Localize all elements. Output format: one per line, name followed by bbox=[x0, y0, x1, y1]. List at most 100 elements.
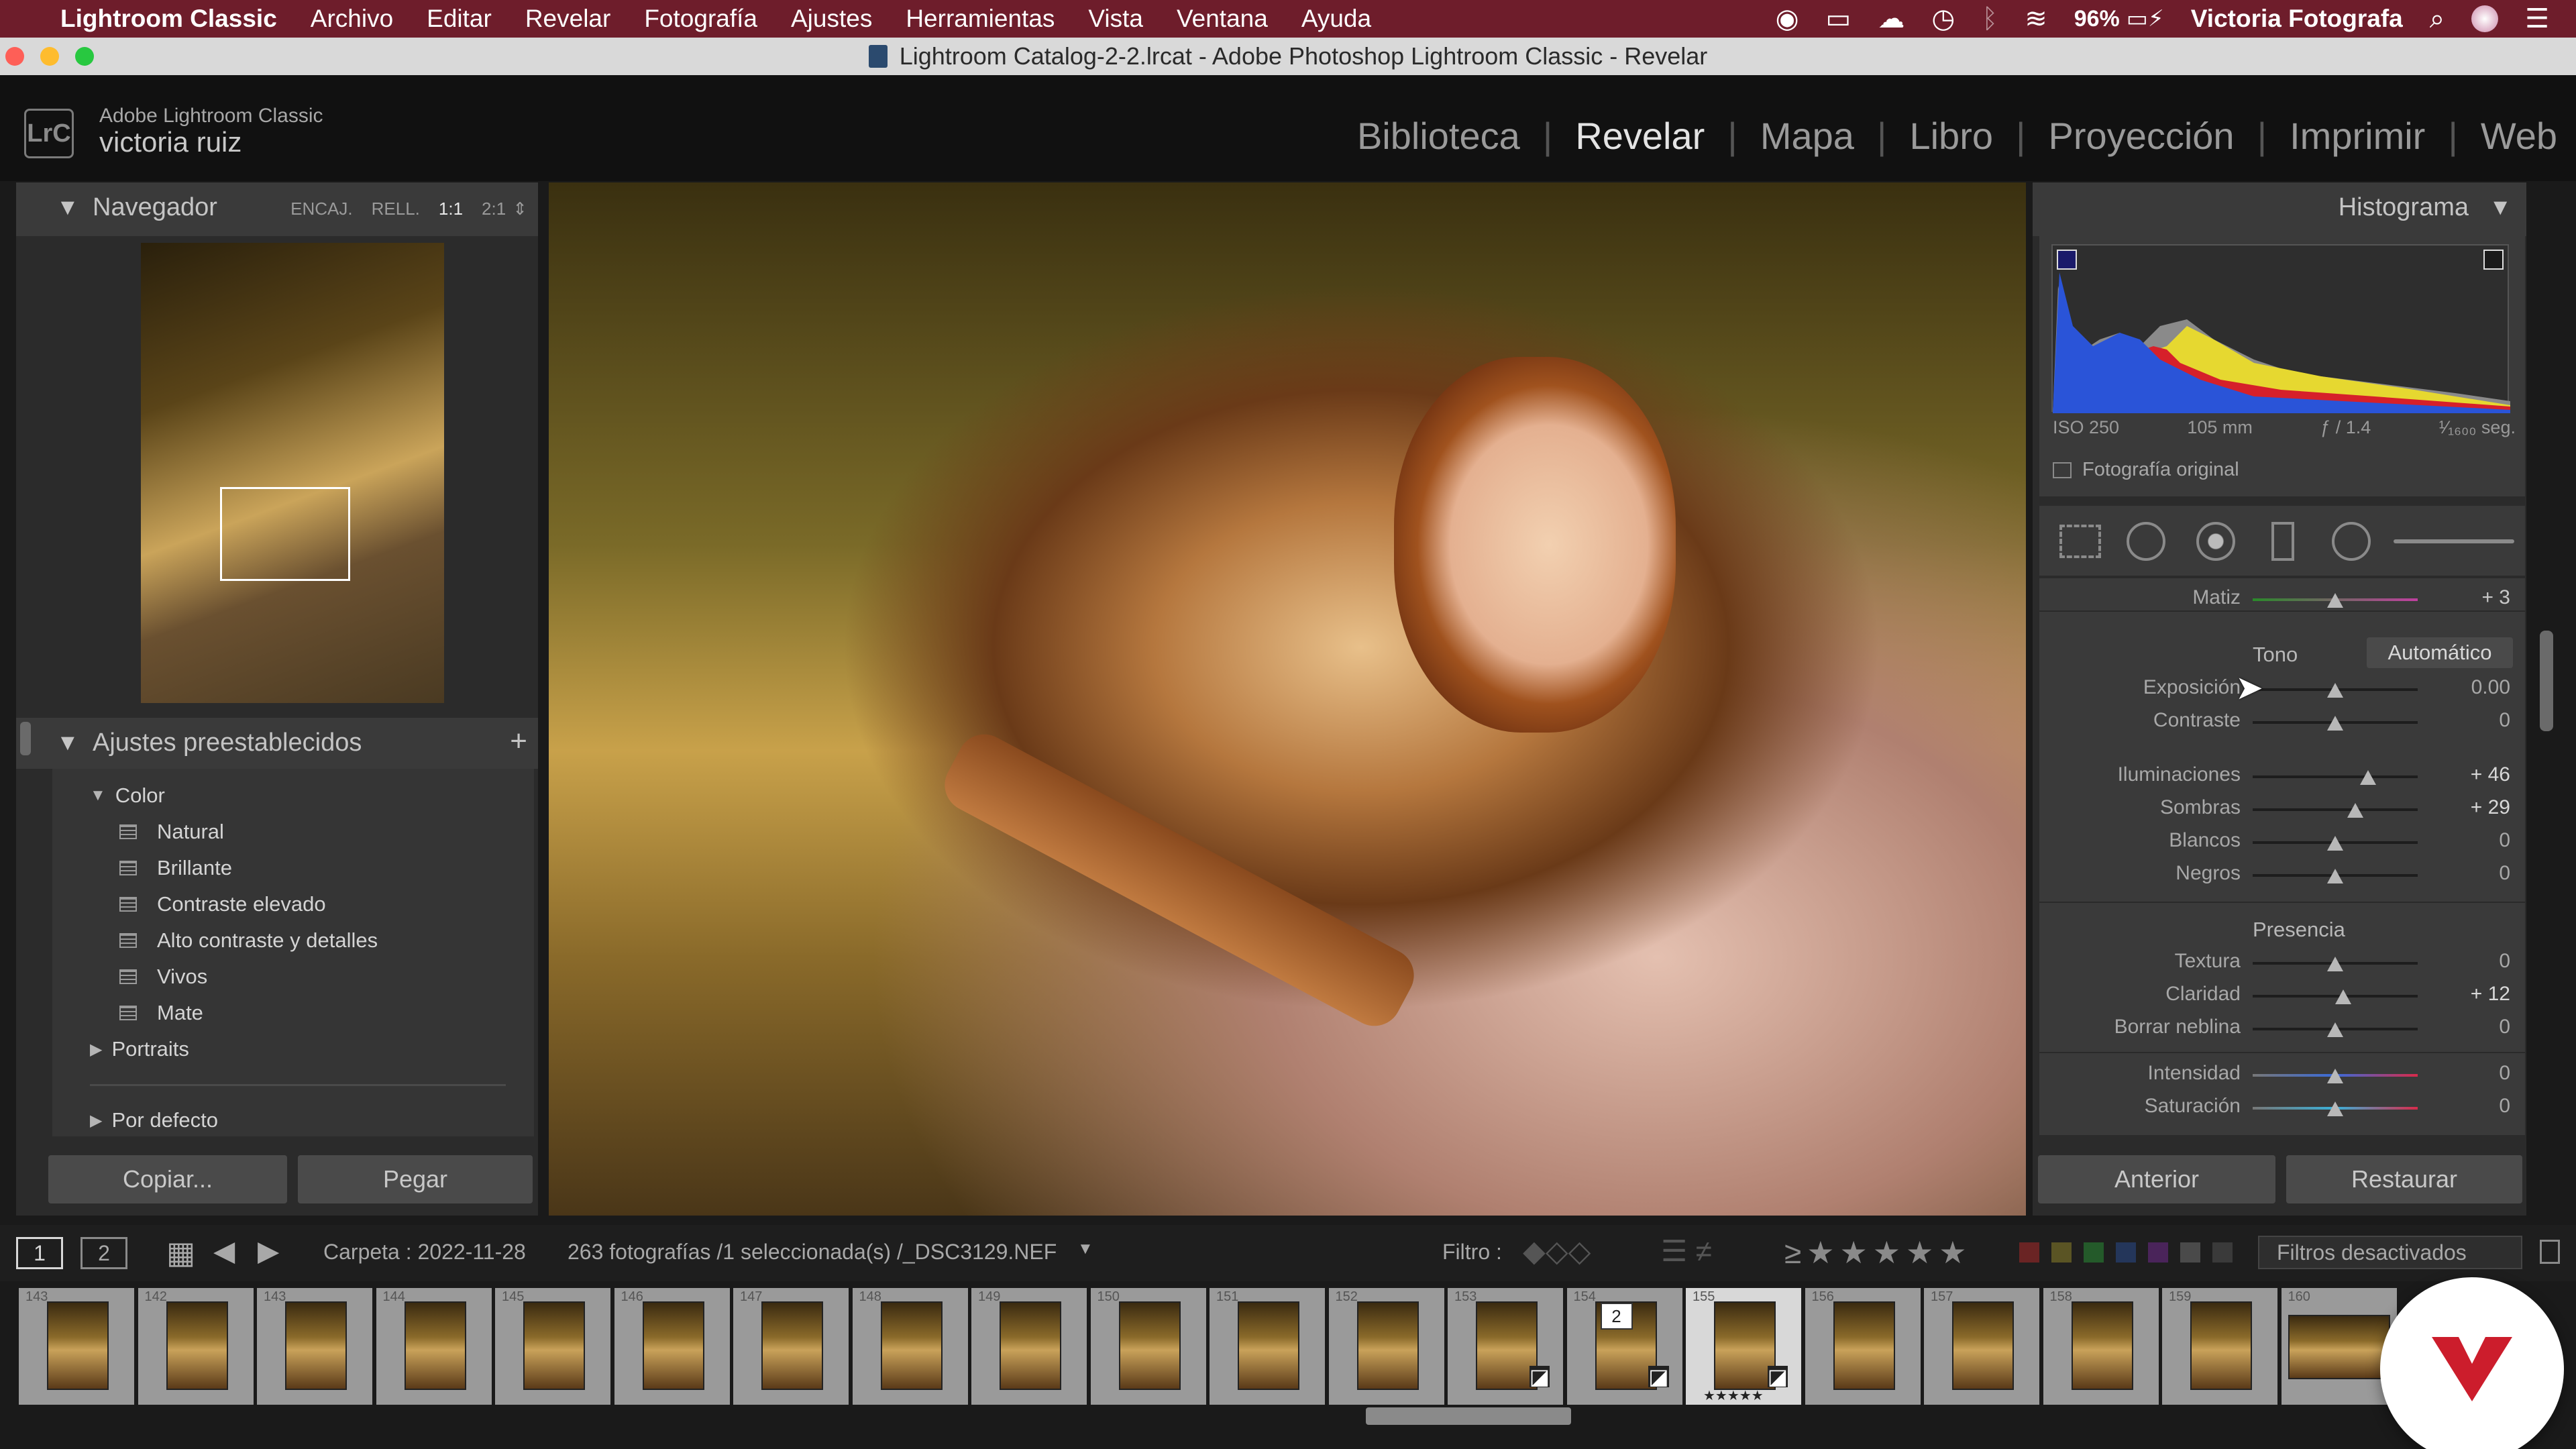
slider-value[interactable]: 0 bbox=[2442, 1095, 2510, 1118]
grid-view-icon[interactable]: ▦ bbox=[166, 1234, 195, 1271]
slider-thumb[interactable] bbox=[2360, 770, 2377, 785]
radial-filter-icon[interactable] bbox=[2332, 522, 2371, 561]
filmstrip-thumbnail[interactable]: 154 2 ◪ bbox=[1566, 1288, 1682, 1405]
main-screen-button[interactable]: 1 bbox=[16, 1237, 63, 1269]
star-icon[interactable]: ★ bbox=[1840, 1235, 1868, 1270]
next-arrow-icon[interactable]: ▶ bbox=[258, 1234, 279, 1267]
second-screen-button[interactable]: 2 bbox=[80, 1237, 127, 1269]
time-machine-icon[interactable]: ◷ bbox=[1931, 3, 1955, 34]
filmstrip-thumbnail[interactable]: 144 bbox=[376, 1288, 492, 1405]
menu-fotografia[interactable]: Fotografía bbox=[644, 5, 757, 33]
control-center-icon[interactable]: ☰ bbox=[2525, 3, 2549, 34]
expand-triangle-icon[interactable]: ▶ bbox=[90, 1111, 102, 1130]
wifi-icon[interactable]: ≋ bbox=[2025, 3, 2047, 34]
filmstrip-thumbnail[interactable]: 159 bbox=[2162, 1288, 2277, 1405]
filmstrip-thumbnail[interactable]: 150 bbox=[1090, 1288, 1206, 1405]
filmstrip-thumbnail[interactable]: 151 bbox=[1210, 1288, 1325, 1405]
filmstrip-thumbnail[interactable]: 147 bbox=[733, 1288, 849, 1405]
filter-lock-icon[interactable] bbox=[2540, 1240, 2560, 1264]
collapse-triangle-icon[interactable]: ▼ bbox=[56, 195, 79, 221]
slider-value[interactable]: 0 bbox=[2442, 1016, 2510, 1038]
preset-item[interactable]: Natural bbox=[119, 820, 224, 844]
presets-header[interactable]: ▼ Ajustes preestablecidos + bbox=[16, 718, 538, 769]
filmstrip-thumbnail[interactable]: 146 bbox=[614, 1288, 730, 1405]
filmstrip-thumbnail[interactable]: 160 bbox=[2281, 1288, 2397, 1405]
menu-ajustes[interactable]: Ajustes bbox=[791, 5, 872, 33]
slider-value[interactable]: + 3 bbox=[2442, 586, 2510, 609]
slider-thumb[interactable] bbox=[2327, 683, 2343, 698]
dropdown-arrow-icon[interactable]: ▼ bbox=[1077, 1240, 1093, 1258]
color-swatch[interactable] bbox=[2051, 1242, 2072, 1263]
right-panel-scrollbar[interactable] bbox=[2540, 631, 2553, 731]
slider-thumb[interactable] bbox=[2327, 716, 2343, 731]
spotlight-icon[interactable]: ⌕ bbox=[2430, 4, 2445, 34]
star-icon[interactable]: ≥ bbox=[1784, 1235, 1801, 1270]
original-photo-toggle[interactable]: Fotografía original bbox=[2053, 459, 2239, 481]
module-imprimir[interactable]: Imprimir bbox=[2290, 114, 2425, 158]
red-eye-icon[interactable] bbox=[2196, 522, 2235, 561]
minimize-window-button[interactable] bbox=[40, 47, 59, 66]
filmstrip-thumbnail[interactable]: 152 bbox=[1328, 1288, 1444, 1405]
color-swatch[interactable] bbox=[2084, 1242, 2104, 1263]
graduated-filter-icon[interactable] bbox=[2271, 522, 2294, 561]
preset-group-portraits[interactable]: ▶ Portraits bbox=[90, 1037, 189, 1061]
slider-thumb[interactable] bbox=[2327, 869, 2343, 883]
add-preset-button[interactable]: + bbox=[510, 724, 527, 758]
rating-filter[interactable]: ≥ ★ ★ ★ ★ ★ bbox=[1784, 1234, 1972, 1271]
filmstrip-thumbnail[interactable]: 157 bbox=[1924, 1288, 2039, 1405]
preset-item[interactable]: Alto contraste y detalles bbox=[119, 928, 378, 953]
color-swatch[interactable] bbox=[2180, 1242, 2200, 1263]
menu-herramientas[interactable]: Herramientas bbox=[906, 5, 1055, 33]
menu-editar[interactable]: Editar bbox=[427, 5, 492, 33]
reset-button[interactable]: Restaurar bbox=[2286, 1155, 2522, 1203]
app-menu[interactable]: Lightroom Classic bbox=[60, 5, 277, 33]
slider-thumb[interactable] bbox=[2327, 1069, 2343, 1083]
left-panel-scrollbar[interactable] bbox=[20, 722, 31, 755]
expand-triangle-icon[interactable]: ▼ bbox=[90, 786, 106, 805]
slider-value[interactable]: + 29 bbox=[2442, 796, 2510, 819]
slider-value[interactable]: 0 bbox=[2442, 829, 2510, 852]
slider-thumb[interactable] bbox=[2327, 836, 2343, 851]
module-libro[interactable]: Libro bbox=[1909, 114, 1993, 158]
slider-thumb[interactable] bbox=[2327, 1102, 2343, 1116]
siri-icon[interactable] bbox=[2471, 5, 2499, 32]
color-swatch[interactable] bbox=[2116, 1242, 2136, 1263]
navigator-view-box[interactable] bbox=[220, 487, 350, 581]
menu-archivo[interactable]: Archivo bbox=[311, 5, 393, 33]
module-revelar[interactable]: Revelar bbox=[1575, 114, 1705, 158]
menubar-user[interactable]: Victoria Fotografa bbox=[2191, 5, 2403, 33]
slider-track[interactable] bbox=[2253, 808, 2418, 811]
slider-value[interactable]: 0.00 bbox=[2442, 676, 2510, 699]
filmstrip-thumbnail[interactable]: 143 bbox=[19, 1288, 134, 1405]
slider-thumb[interactable] bbox=[2327, 957, 2343, 971]
close-window-button[interactable] bbox=[5, 47, 24, 66]
star-icon[interactable]: ★ bbox=[1906, 1235, 1933, 1270]
zoom-fill[interactable]: RELL. bbox=[372, 199, 420, 219]
edit-filter-icons[interactable]: ☰ ≠ bbox=[1661, 1234, 1712, 1269]
preset-group-default[interactable]: ▶ Por defecto bbox=[90, 1108, 218, 1132]
slider-thumb[interactable] bbox=[2327, 1022, 2343, 1037]
menu-ayuda[interactable]: Ayuda bbox=[1301, 5, 1371, 33]
navigator-preview-image[interactable] bbox=[141, 243, 444, 703]
creative-cloud-icon[interactable]: ☁ bbox=[1878, 3, 1904, 34]
preset-group-color[interactable]: ▼ Color bbox=[90, 784, 165, 808]
menu-ventana[interactable]: Ventana bbox=[1177, 5, 1268, 33]
color-label-filters[interactable] bbox=[2019, 1242, 2233, 1263]
record-icon[interactable]: ◉ bbox=[1776, 3, 1799, 34]
crop-icon[interactable] bbox=[2059, 525, 2101, 558]
star-icon[interactable]: ★ bbox=[1873, 1235, 1900, 1270]
navigator-header[interactable]: ▼ Navegador ENCAJ. RELL. 1:1 2:1 ⇕ bbox=[16, 182, 538, 236]
previous-arrow-icon[interactable]: ◀ bbox=[213, 1234, 235, 1267]
filmstrip-thumbnail[interactable]: 148 bbox=[852, 1288, 968, 1405]
stack-count-badge[interactable]: 2 bbox=[1600, 1303, 1633, 1330]
shadow-clipping-indicator[interactable] bbox=[2057, 250, 2077, 270]
filmstrip-thumbnail[interactable]: 142 bbox=[138, 1288, 254, 1405]
preset-item[interactable]: Vivos bbox=[119, 965, 207, 989]
zoom-1to1[interactable]: 1:1 bbox=[439, 199, 463, 219]
checkbox[interactable] bbox=[2053, 462, 2072, 478]
slider-value[interactable]: 0 bbox=[2442, 1062, 2510, 1085]
zoom-2to1[interactable]: 2:1 bbox=[482, 199, 506, 219]
menu-vista[interactable]: Vista bbox=[1088, 5, 1143, 33]
color-swatch[interactable] bbox=[2148, 1242, 2168, 1263]
filmstrip-thumbnail[interactable]: 158 bbox=[2043, 1288, 2159, 1405]
